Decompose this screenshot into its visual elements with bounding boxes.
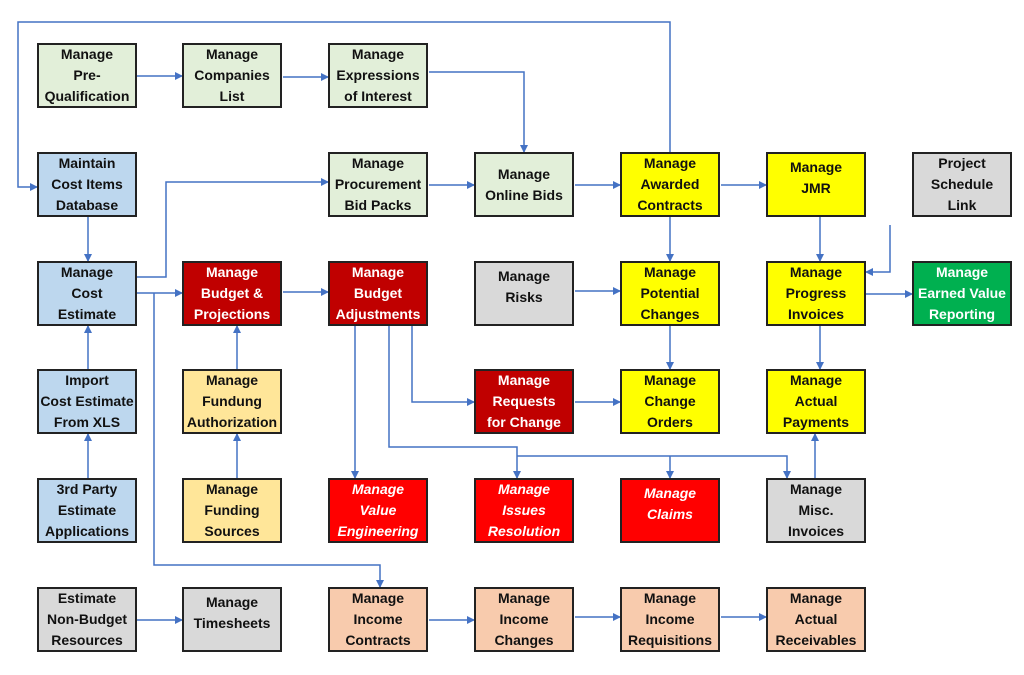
box-fundauth[interactable]: Manage Fundung Authorization [182,369,282,434]
workflow-diagram: Manage Pre- Qualification Manage Companie… [0,0,1024,675]
box-thirdparty[interactable]: 3rd Party Estimate Applications [37,478,137,543]
box-import[interactable]: Import Cost Estimate From XLS [37,369,137,434]
connector-arrow [411,326,475,406]
box-progress[interactable]: Manage Progress Invoices [766,261,866,326]
box-budgetproj[interactable]: Manage Budget & Projections [182,261,282,326]
box-costitems[interactable]: Maintain Cost Items Database [37,152,137,217]
box-prequal[interactable]: Manage Pre- Qualification [37,43,137,108]
box-procurement[interactable]: Manage Procurement Bid Packs [328,152,428,217]
box-costestimate[interactable]: Manage Cost Estimate [37,261,137,326]
box-earned[interactable]: Manage Earned Value Reporting [912,261,1012,326]
box-incomechanges[interactable]: Manage Income Changes [474,587,574,652]
box-valueeng[interactable]: Manage Value Engineering [328,478,428,543]
box-rfc[interactable]: Manage Requests for Change [474,369,574,434]
connector-arrow [429,71,528,153]
box-claims[interactable]: Manage Claims [620,478,720,543]
box-potential[interactable]: Manage Potential Changes [620,261,720,326]
box-nonbudget[interactable]: Estimate Non-Budget Resources [37,587,137,652]
box-issues[interactable]: Manage Issues Resolution [474,478,574,543]
box-budgetadj[interactable]: Manage Budget Adjustments [328,261,428,326]
box-misc[interactable]: Manage Misc. Invoices [766,478,866,543]
box-onlinebids[interactable]: Manage Online Bids [474,152,574,217]
box-companies[interactable]: Manage Companies List [182,43,282,108]
box-expressions[interactable]: Manage Expressions of Interest [328,43,428,108]
box-payments[interactable]: Manage Actual Payments [766,369,866,434]
box-risks[interactable]: Manage Risks [474,261,574,326]
box-awarded[interactable]: Manage Awarded Contracts [620,152,720,217]
box-timesheets[interactable]: Manage Timesheets [182,587,282,652]
connector-arrow [517,455,791,479]
box-jmr[interactable]: Manage JMR [766,152,866,217]
box-changeorders[interactable]: Manage Change Orders [620,369,720,434]
box-receivables[interactable]: Manage Actual Receivables [766,587,866,652]
connector-arrow [865,225,891,276]
box-fundsources[interactable]: Manage Funding Sources [182,478,282,543]
box-schedule[interactable]: Project Schedule Link [912,152,1012,217]
connector-layer [17,21,913,624]
box-incomecontracts[interactable]: Manage Income Contracts [328,587,428,652]
box-incomereq[interactable]: Manage Income Requisitions [620,587,720,652]
